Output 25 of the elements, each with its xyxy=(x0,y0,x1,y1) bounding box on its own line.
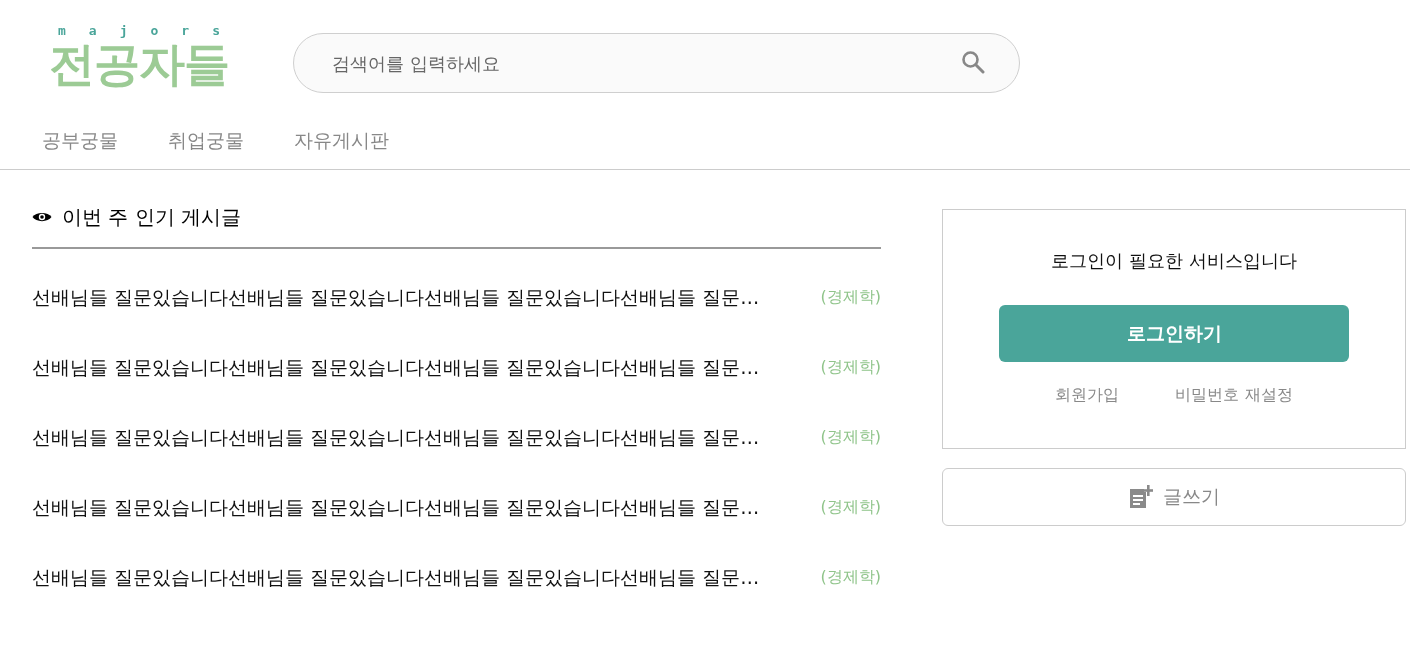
search-icon[interactable] xyxy=(961,50,985,74)
post-title[interactable]: 선배님들 질문있습니다선배님들 질문있습니다선배님들 질문있습니다선배님들 질문… xyxy=(32,494,760,520)
search-field[interactable]: 검색어를 입력하세요 xyxy=(293,33,1020,93)
post-title[interactable]: 선배님들 질문있습니다선배님들 질문있습니다선배님들 질문있습니다선배님들 질문… xyxy=(32,284,760,310)
nav-tab[interactable]: 자유게시판 xyxy=(294,126,389,153)
note-plus-icon xyxy=(1128,485,1153,509)
account-link[interactable]: 회원가입 xyxy=(1055,383,1120,407)
account-link[interactable]: 비밀번호 재설정 xyxy=(1175,383,1293,407)
nav-tab[interactable]: 취업궁물 xyxy=(168,126,244,153)
write-button[interactable]: 글쓰기 xyxy=(942,468,1406,526)
nav-tab[interactable]: 공부궁물 xyxy=(42,126,118,153)
post-category: (경제학) xyxy=(820,566,881,588)
post-category: (경제학) xyxy=(820,286,881,308)
post-category: (경제학) xyxy=(820,426,881,448)
eye-icon xyxy=(32,211,52,223)
post-title[interactable]: 선배님들 질문있습니다선배님들 질문있습니다선배님들 질문있습니다선배님들 질문… xyxy=(32,424,760,450)
login-message: 로그인이 필요한 서비스입니다 xyxy=(1051,249,1297,273)
post-category: (경제학) xyxy=(820,356,881,378)
section-title: 이번 주 인기 게시글 xyxy=(62,204,242,231)
post-title[interactable]: 선배님들 질문있습니다선배님들 질문있습니다선배님들 질문있습니다선배님들 질문… xyxy=(32,354,760,380)
post-category: (경제학) xyxy=(820,496,881,518)
logo-title[interactable]: 전공자들 xyxy=(49,38,229,90)
post-title[interactable]: 선배님들 질문있습니다선배님들 질문있습니다선배님들 질문있습니다선배님들 질문… xyxy=(32,564,760,590)
logo-subtitle: majors xyxy=(58,24,243,38)
login-button[interactable]: 로그인하기 xyxy=(999,305,1349,362)
